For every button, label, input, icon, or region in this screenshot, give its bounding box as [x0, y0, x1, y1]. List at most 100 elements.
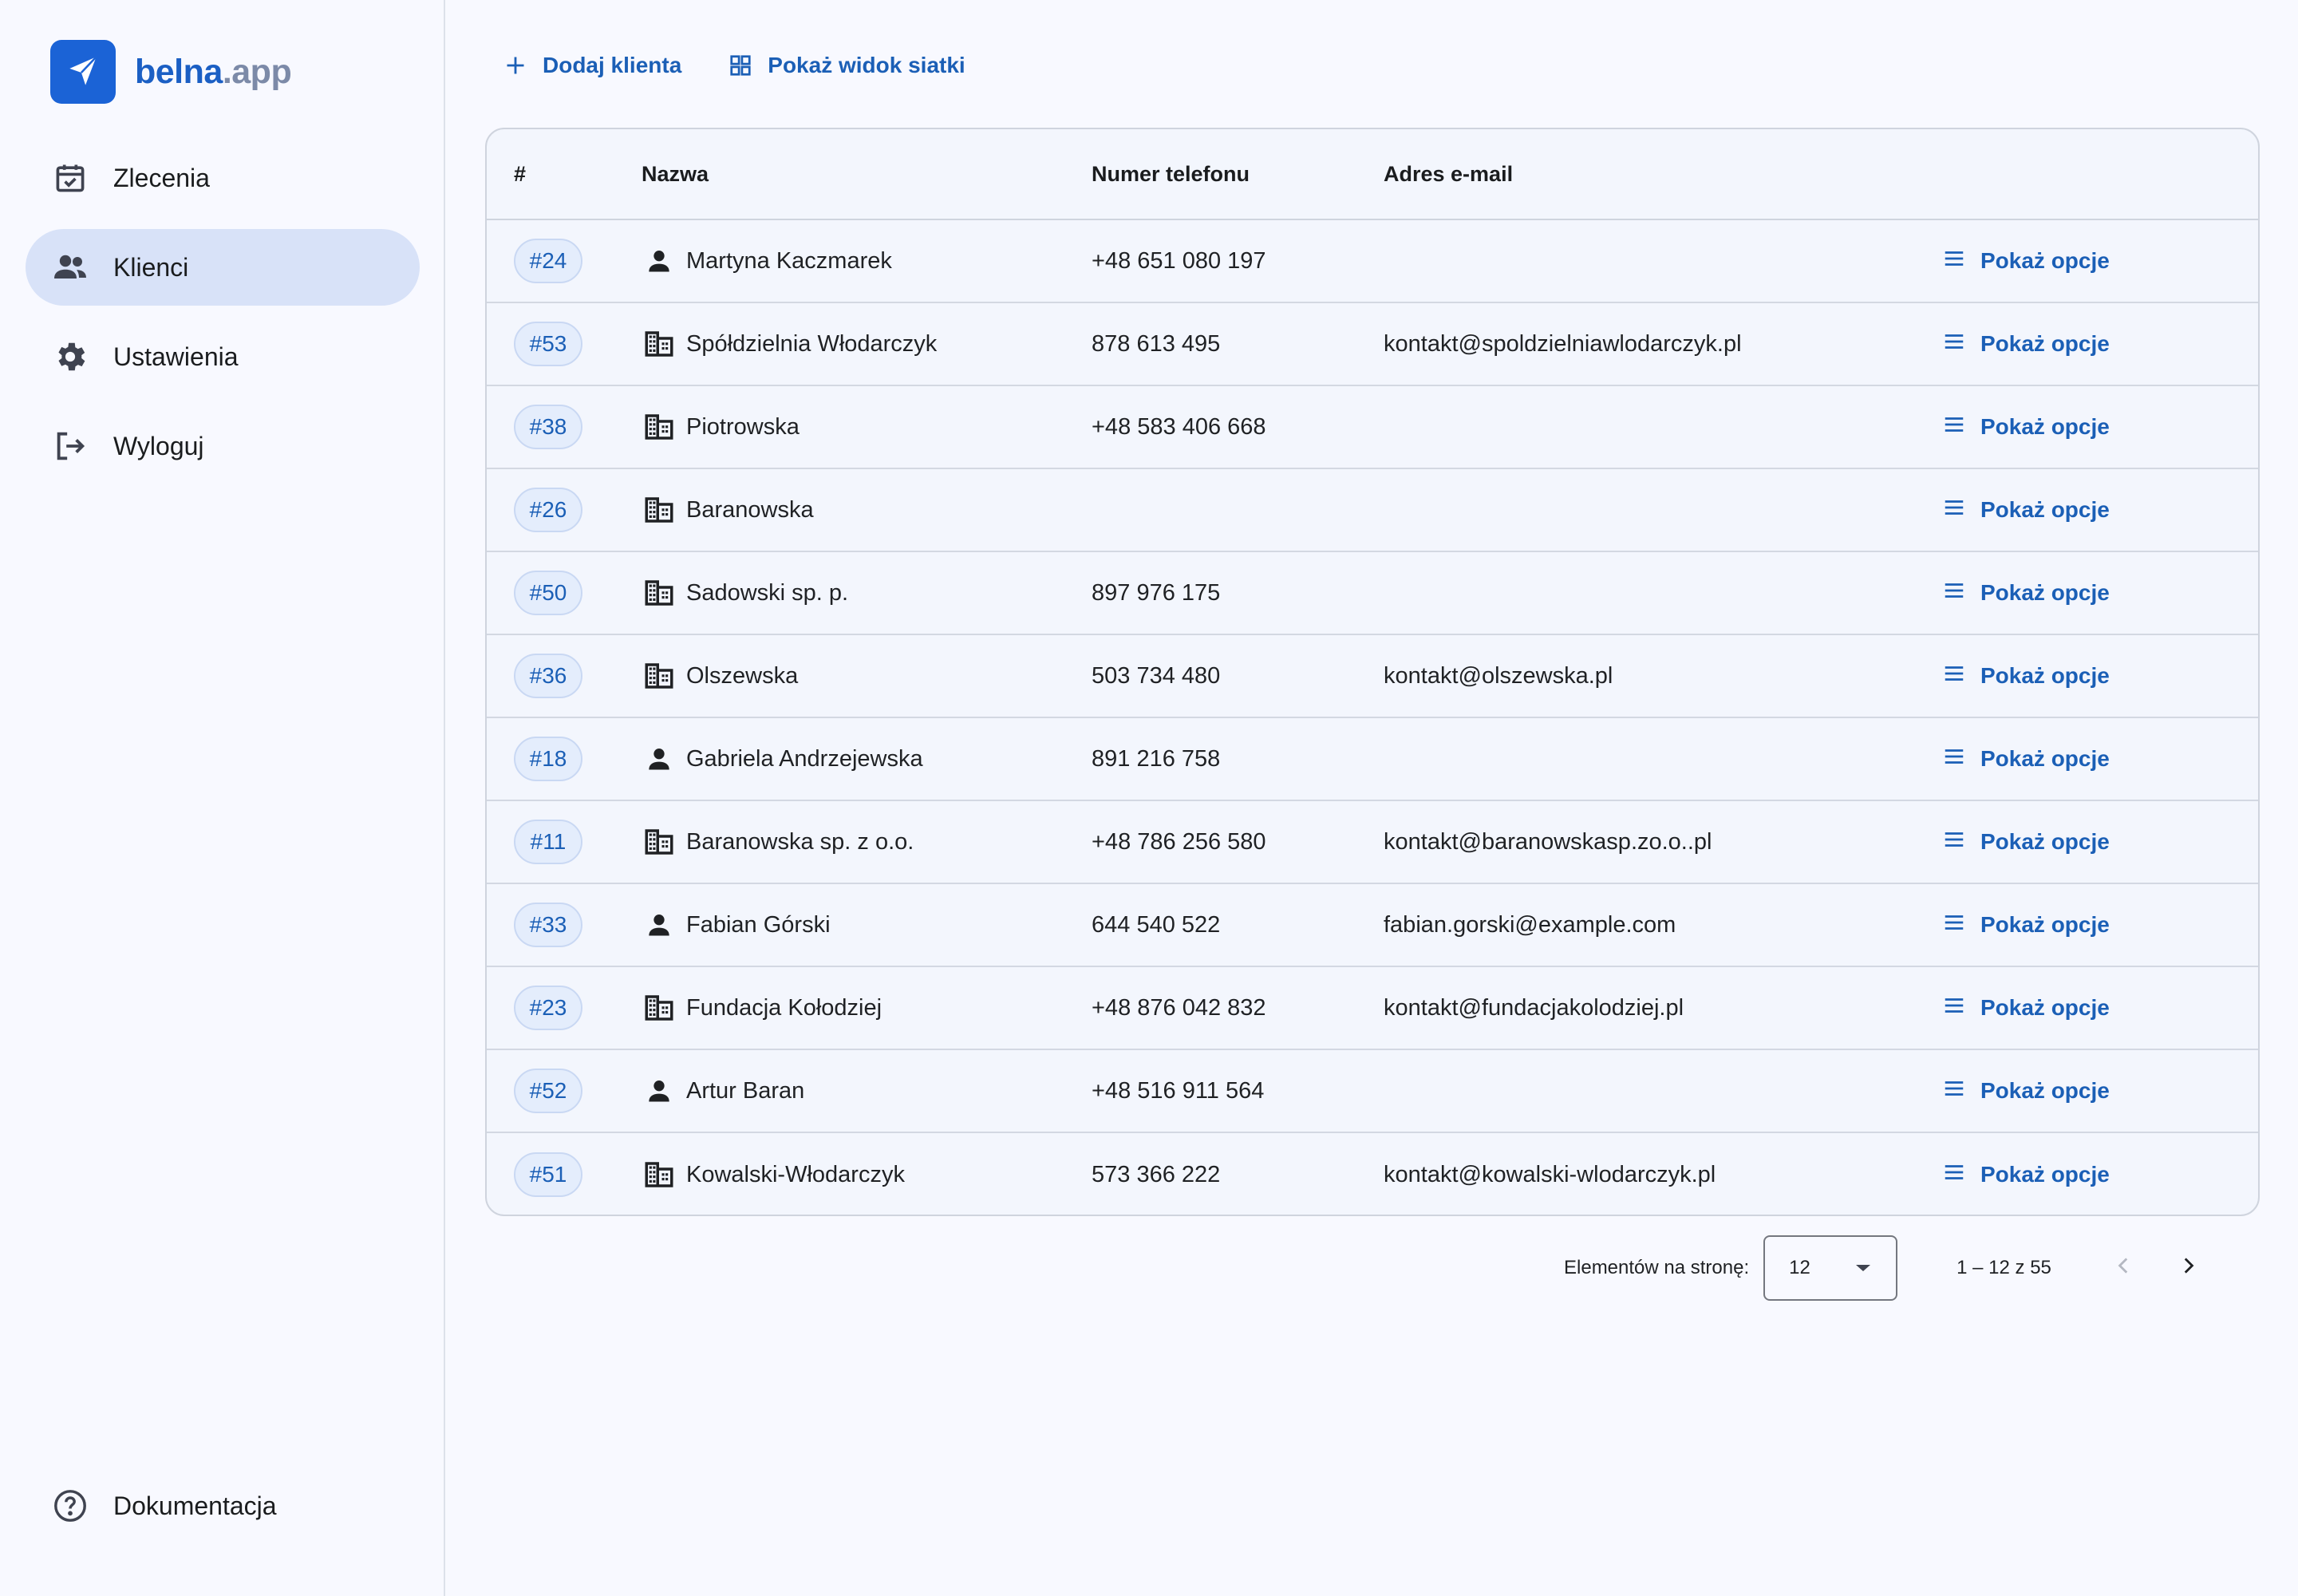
show-options-button[interactable]: Pokaż opcje [1942, 413, 2110, 442]
show-options-button[interactable]: Pokaż opcje [1942, 1077, 2110, 1106]
show-options-button[interactable]: Pokaż opcje [1942, 828, 2110, 857]
show-options-button[interactable]: Pokaż opcje [1942, 330, 2110, 359]
per-page-select[interactable]: 12 [1763, 1235, 1898, 1301]
show-options-label: Pokaż opcje [1980, 414, 2110, 439]
name-cell: Gabriela Andrzejewska [642, 741, 1092, 776]
id-cell: #23 [487, 986, 642, 1030]
id-cell: #11 [487, 820, 642, 864]
grid-view-button[interactable]: Pokaż widok siatki [728, 53, 965, 78]
table-row[interactable]: #51 Kowalski-Włodarczyk 573 366 222 kont… [487, 1133, 2258, 1215]
table-row[interactable]: #18 Gabriela Andrzejewska 891 216 758 Po… [487, 718, 2258, 801]
table-row[interactable]: #38 Piotrowska +48 583 406 668 Pokaż opc… [487, 386, 2258, 469]
show-options-label: Pokaż opcje [1980, 248, 2110, 273]
add-client-button[interactable]: Dodaj klienta [503, 53, 681, 78]
id-chip[interactable]: #50 [514, 571, 582, 615]
table-row[interactable]: #53 Spółdzielnia Włodarczyk 878 613 495 … [487, 303, 2258, 386]
brand-name: belna [135, 52, 223, 91]
show-options-button[interactable]: Pokaż opcje [1942, 496, 2110, 525]
building-icon [642, 658, 677, 693]
header-email[interactable]: Adres e-mail [1384, 162, 1942, 187]
id-chip[interactable]: #36 [514, 654, 582, 698]
phone-cell: +48 651 080 197 [1092, 247, 1266, 274]
id-chip[interactable]: #11 [514, 820, 582, 864]
table-row[interactable]: #11 Baranowska sp. z o.o. +48 786 256 58… [487, 801, 2258, 884]
table-row[interactable]: #33 Fabian Górski 644 540 522 fabian.gor… [487, 884, 2258, 967]
id-chip[interactable]: #53 [514, 322, 582, 366]
show-options-button[interactable]: Pokaż opcje [1942, 994, 2110, 1023]
nav-item-logout[interactable]: Wyloguj [26, 408, 420, 484]
options-cell: Pokaż opcje [1942, 579, 2258, 608]
gear-icon [51, 338, 89, 376]
id-chip[interactable]: #52 [514, 1069, 582, 1113]
nav-item-settings[interactable]: Ustawienia [26, 318, 420, 395]
client-name: Kowalski-Włodarczyk [686, 1161, 905, 1187]
header-id[interactable]: # [487, 162, 642, 187]
id-cell: #18 [487, 737, 642, 781]
table-row[interactable]: #24 Martyna Kaczmarek +48 651 080 197 Po… [487, 220, 2258, 303]
name-cell: Spółdzielnia Włodarczyk [642, 326, 1092, 361]
table-header: # Nazwa Numer telefonu Adres e-mail [487, 129, 2258, 220]
table-row[interactable]: #52 Artur Baran +48 516 911 564 Pokaż op… [487, 1050, 2258, 1133]
phone-cell: +48 583 406 668 [1092, 413, 1266, 440]
id-chip[interactable]: #18 [514, 737, 582, 781]
show-options-button[interactable]: Pokaż opcje [1942, 662, 2110, 691]
show-options-button[interactable]: Pokaż opcje [1942, 745, 2110, 774]
menu-icon [1942, 828, 1966, 857]
menu-icon [1942, 994, 1966, 1023]
next-page-button[interactable] [2164, 1244, 2212, 1292]
header-name[interactable]: Nazwa [642, 162, 1092, 187]
calendar-check-icon [51, 159, 89, 197]
show-options-button[interactable]: Pokaż opcje [1942, 1160, 2110, 1190]
table-row[interactable]: #50 Sadowski sp. p. 897 976 175 Pokaż op… [487, 552, 2258, 635]
table-row[interactable]: #26 Baranowska Pokaż opcje [487, 469, 2258, 552]
building-icon [642, 409, 677, 444]
phone-cell: +48 516 911 564 [1092, 1077, 1265, 1104]
phone-cell: 573 366 222 [1092, 1161, 1221, 1187]
id-cell: #36 [487, 654, 642, 698]
id-chip[interactable]: #26 [514, 488, 582, 532]
nav-item-orders[interactable]: Zlecenia [26, 140, 420, 216]
name-cell: Baranowska sp. z o.o. [642, 824, 1092, 859]
table-row[interactable]: #23 Fundacja Kołodziej +48 876 042 832 k… [487, 967, 2258, 1050]
building-icon [642, 492, 677, 527]
chevron-right-icon [2178, 1255, 2198, 1282]
brand-title: belna.app [135, 52, 292, 92]
phone-cell: 897 976 175 [1092, 579, 1221, 606]
building-icon [642, 1157, 677, 1192]
nav-item-docs[interactable]: Dokumentacja [26, 1468, 420, 1544]
menu-icon [1942, 579, 1966, 608]
header-phone[interactable]: Numer telefonu [1092, 162, 1384, 187]
id-chip[interactable]: #33 [514, 903, 582, 947]
id-chip[interactable]: #24 [514, 239, 582, 283]
client-name: Fabian Górski [686, 911, 831, 938]
id-cell: #26 [487, 488, 642, 532]
table-row[interactable]: #36 Olszewska 503 734 480 kontakt@olszew… [487, 635, 2258, 718]
menu-icon [1942, 745, 1966, 774]
options-cell: Pokaż opcje [1942, 1077, 2258, 1106]
menu-icon [1942, 330, 1966, 359]
show-options-label: Pokaż opcje [1980, 331, 2110, 356]
show-options-label: Pokaż opcje [1980, 1078, 2110, 1103]
person-icon [642, 741, 677, 776]
show-options-button[interactable]: Pokaż opcje [1942, 579, 2110, 608]
nav-item-clients[interactable]: Klienci [26, 229, 420, 306]
show-options-label: Pokaż opcje [1980, 829, 2110, 854]
name-cell: Artur Baran [642, 1073, 1092, 1108]
id-chip[interactable]: #38 [514, 405, 582, 449]
show-options-button[interactable]: Pokaż opcje [1942, 911, 2110, 940]
show-options-label: Pokaż opcje [1980, 995, 2110, 1020]
brand[interactable]: belna.app [50, 40, 292, 104]
person-icon [642, 1073, 677, 1108]
id-chip[interactable]: #23 [514, 986, 582, 1030]
show-options-button[interactable]: Pokaż opcje [1942, 247, 2110, 276]
phone-cell: 503 734 480 [1092, 662, 1221, 689]
chevron-left-icon [2114, 1255, 2134, 1282]
client-name: Olszewska [686, 662, 799, 689]
person-icon [642, 243, 677, 279]
previous-page-button[interactable] [2100, 1244, 2148, 1292]
show-options-label: Pokaż opcje [1980, 497, 2110, 522]
sidebar: belna.app Zlecenia Klienci Ustawienia Wy… [0, 0, 445, 1596]
brand-tld: .app [222, 52, 292, 91]
id-chip[interactable]: #51 [514, 1152, 582, 1197]
name-cell: Fundacja Kołodziej [642, 990, 1092, 1025]
